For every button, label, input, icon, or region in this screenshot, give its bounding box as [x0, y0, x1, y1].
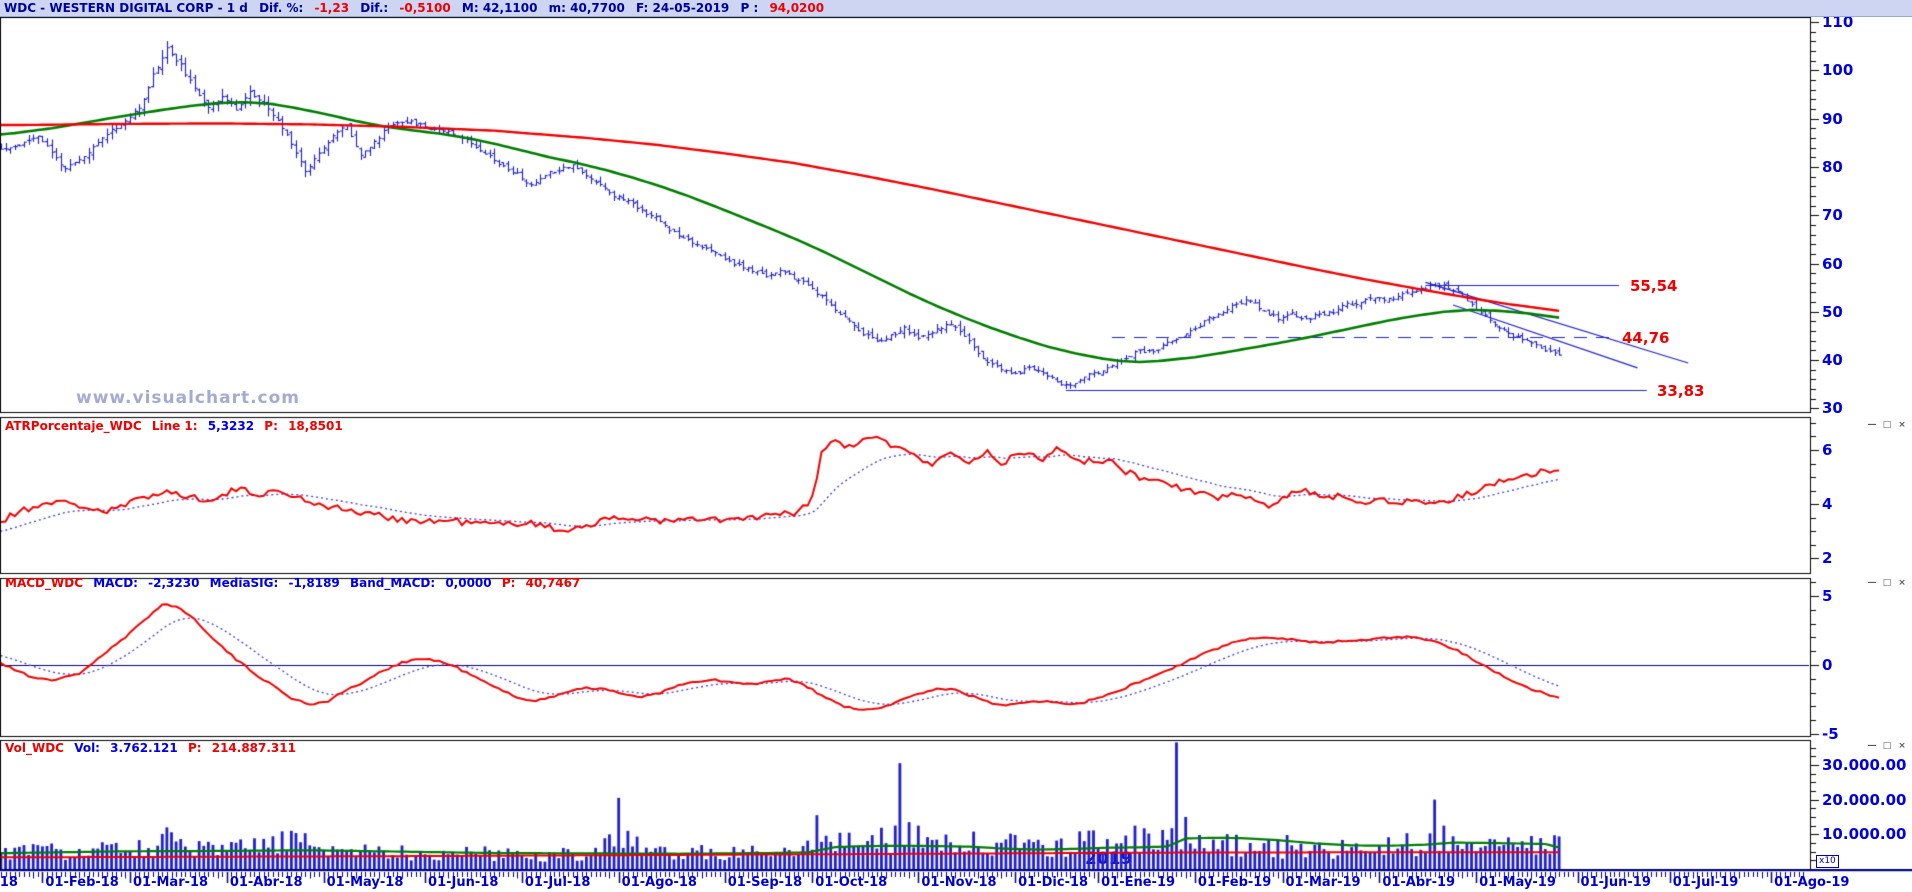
price-ytick-30: 30 — [1822, 399, 1843, 416]
panel-3-window-controls: — □ × — [1862, 741, 1908, 753]
dif-pct-value: -1,23 — [314, 1, 350, 15]
xtick-01-Oct-18: 01-Oct-18 — [815, 875, 888, 890]
xtick-01-Nov-18: 01-Nov-18 — [921, 875, 997, 890]
price-ytick-90: 90 — [1822, 109, 1843, 128]
xtick-01-Dic-18: 01-Dic-18 — [1018, 875, 1089, 890]
session-high: M: 42,1100 — [461, 1, 538, 15]
macd-panel-header: MACD_WDC MACD: -2,3230 MediaSIG: -1,8189… — [5, 576, 586, 590]
atr-ytick-6: 6 — [1822, 441, 1833, 459]
maximize-icon[interactable]: □ — [1881, 420, 1893, 431]
vol-f1: Vol: — [74, 741, 100, 755]
xtick-01-Abr-18: 01-Abr-18 — [229, 875, 303, 890]
minimize-icon[interactable]: — — [1866, 578, 1878, 589]
atr-ytick-2: 2 — [1822, 549, 1833, 568]
atr-indicator-name: ATRPorcentaje_WDC — [5, 419, 142, 433]
close-icon[interactable]: × — [1896, 741, 1908, 752]
session-low: m: 40,7700 — [548, 1, 625, 15]
symbol-title: WDC - WESTERN DIGITAL CORP - 1 d — [4, 1, 248, 15]
price-ytick-100: 100 — [1822, 61, 1854, 80]
minimize-icon[interactable]: — — [1866, 420, 1878, 431]
resistance-label: 55,54 — [1630, 277, 1678, 295]
volume-scale-multiplier: x10 — [1816, 855, 1839, 868]
macd-ytick-5: 5 — [1822, 587, 1833, 605]
xtick-01-Mar-19: 01-Mar-19 — [1285, 875, 1361, 890]
xtick-01-May-19: 01-May-19 — [1479, 875, 1556, 890]
atr-field-value: 5,3232 — [207, 419, 255, 433]
xtick-01-Mar-18: 01-Mar-18 — [133, 875, 209, 890]
price-ytick-50: 50 — [1822, 302, 1843, 321]
xtick-01-Feb-18: 01-Feb-18 — [45, 875, 119, 890]
macd-p-label: P: — [501, 576, 516, 590]
chart-title-bar: WDC - WESTERN DIGITAL CORP - 1 d Dif. %:… — [0, 0, 1912, 17]
dif-pct-label: Dif. %: — [259, 1, 304, 15]
panel-1-window-controls: — □ × — [1862, 420, 1908, 432]
p-label: P : — [740, 1, 759, 15]
mid-support-label: 44,76 — [1622, 329, 1670, 347]
macd-v2: -1,8189 — [288, 576, 340, 590]
xtick-01-Ene-19: 01-Ene-19 — [1101, 875, 1176, 890]
macd-v3: 0,0000 — [445, 576, 492, 590]
price-ytick-60: 60 — [1822, 254, 1843, 273]
xtick-01-Ago-19: 01-Ago-19 — [1774, 875, 1850, 890]
volume-panel-header: Vol_WDC Vol: 3.762.121 P: 214.887.311 — [5, 741, 302, 755]
vol-ytick-20.000.00: 20.000.00 — [1822, 790, 1907, 809]
vol-v1: 3.762.121 — [110, 741, 178, 755]
xtick-01-Jun-19: 01-Jun-19 — [1580, 875, 1651, 890]
xtick-01-Ene-18: 01-Ene-18 — [0, 875, 18, 890]
vol-p-label: P: — [187, 741, 202, 755]
vol-ytick-10.000.00: 10.000.00 — [1822, 825, 1907, 844]
macd-indicator-name: MACD_WDC — [5, 576, 83, 590]
xtick-01-Jun-18: 01-Jun-18 — [428, 875, 499, 890]
macd-ytick-0: 0 — [1822, 656, 1833, 674]
price-ytick-40: 40 — [1822, 351, 1843, 370]
macd-f3: Band_MACD: — [349, 576, 436, 590]
price-ytick-80: 80 — [1822, 157, 1843, 176]
xtick-01-Jul-19: 01-Jul-19 — [1672, 875, 1739, 890]
panel-2-window-controls: — □ × — [1862, 578, 1908, 590]
xtick-01-Ago-18: 01-Ago-18 — [621, 875, 697, 890]
macd-f1: MACD: — [93, 576, 138, 590]
price-ytick-70: 70 — [1822, 206, 1843, 225]
p-value: 94,0200 — [769, 1, 825, 15]
atr-ytick-4: 4 — [1822, 495, 1833, 514]
xtick-01-May-18: 01-May-18 — [326, 875, 404, 890]
support-label: 33,83 — [1657, 382, 1705, 400]
atr-panel-header: ATRPorcentaje_WDC Line 1: 5,3232 P: 18,8… — [5, 419, 349, 433]
session-date: F: 24-05-2019 — [636, 1, 730, 15]
atr-p-label: P: — [264, 419, 278, 433]
xtick-01-Sep-18: 01-Sep-18 — [727, 875, 803, 890]
close-icon[interactable]: × — [1896, 420, 1908, 431]
vol-ytick-30.000.00: 30.000.00 — [1822, 755, 1907, 774]
macd-f2: MediaSIG: — [209, 576, 279, 590]
xtick-01-Feb-19: 01-Feb-19 — [1197, 875, 1272, 890]
macd-v1: -2,3230 — [148, 576, 200, 590]
macd-p-value: 40,7467 — [525, 576, 581, 590]
vol-indicator-name: Vol_WDC — [5, 741, 64, 755]
dif-label: Dif.: — [360, 1, 389, 15]
dif-value: -0,5100 — [399, 1, 451, 15]
chart-canvas[interactable] — [0, 0, 1912, 892]
maximize-icon[interactable]: □ — [1881, 578, 1893, 589]
xtick-01-Abr-19: 01-Abr-19 — [1382, 875, 1456, 890]
close-icon[interactable]: × — [1896, 578, 1908, 589]
xtick-01-Jul-18: 01-Jul-18 — [524, 875, 591, 890]
atr-p-value: 18,8501 — [288, 419, 343, 433]
atr-field-label: Line 1: — [151, 419, 198, 433]
minimize-icon[interactable]: — — [1866, 741, 1878, 752]
macd-ytick--5: -5 — [1822, 725, 1839, 740]
maximize-icon[interactable]: □ — [1881, 741, 1893, 752]
visual-chart-window: WDC - WESTERN DIGITAL CORP - 1 d Dif. %:… — [0, 0, 1912, 892]
vol-p-value: 214.887.311 — [211, 741, 296, 755]
watermark: www.visualchart.com — [76, 388, 301, 408]
